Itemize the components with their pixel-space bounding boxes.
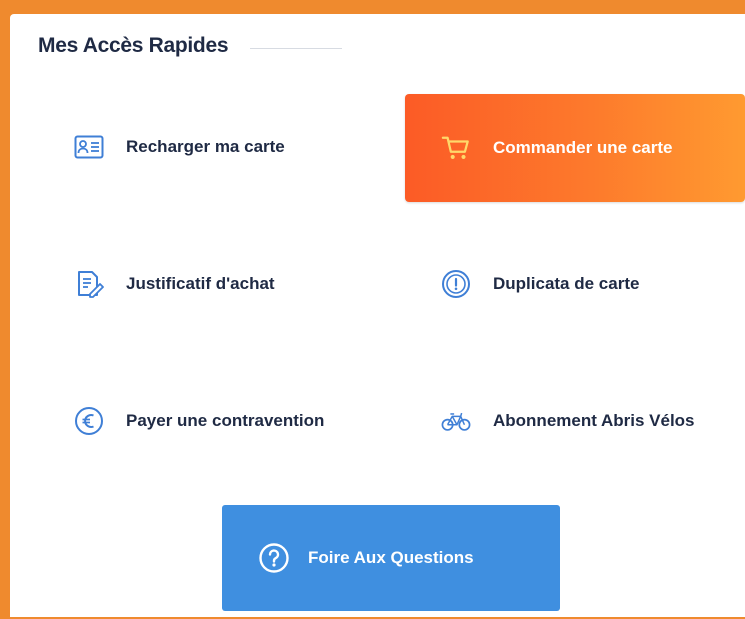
tile-label: Justificatif d'achat [126, 274, 275, 293]
tile-abonnement-abris-velos[interactable]: Abonnement Abris Vélos [441, 404, 695, 438]
section-title: Mes Accès Rapides [38, 34, 229, 57]
question-circle-icon [258, 542, 290, 574]
euro-icon [74, 406, 104, 436]
quick-access-panel: Mes Accès Rapides Recharger ma carte Com… [10, 14, 745, 617]
cart-icon [441, 133, 471, 163]
title-divider [250, 48, 342, 49]
tile-label: Duplicata de carte [493, 274, 640, 293]
id-card-icon [74, 132, 104, 162]
tile-recharger-carte[interactable]: Recharger ma carte [74, 130, 285, 164]
bicycle-icon [441, 406, 471, 436]
tile-label: Abonnement Abris Vélos [493, 411, 695, 430]
tile-commander-carte[interactable]: Commander une carte [405, 94, 745, 202]
tile-label: Commander une carte [493, 138, 673, 157]
receipt-edit-icon [74, 269, 104, 299]
tile-duplicata-carte[interactable]: Duplicata de carte [441, 267, 639, 301]
info-circle-icon [441, 269, 471, 299]
tile-payer-contravention[interactable]: Payer une contravention [74, 404, 324, 438]
faq-button[interactable]: Foire Aux Questions [222, 505, 560, 611]
tile-label: Recharger ma carte [126, 137, 285, 156]
tile-label: Payer une contravention [126, 411, 325, 430]
tile-justificatif-achat[interactable]: Justificatif d'achat [74, 267, 275, 301]
faq-label: Foire Aux Questions [308, 548, 474, 567]
